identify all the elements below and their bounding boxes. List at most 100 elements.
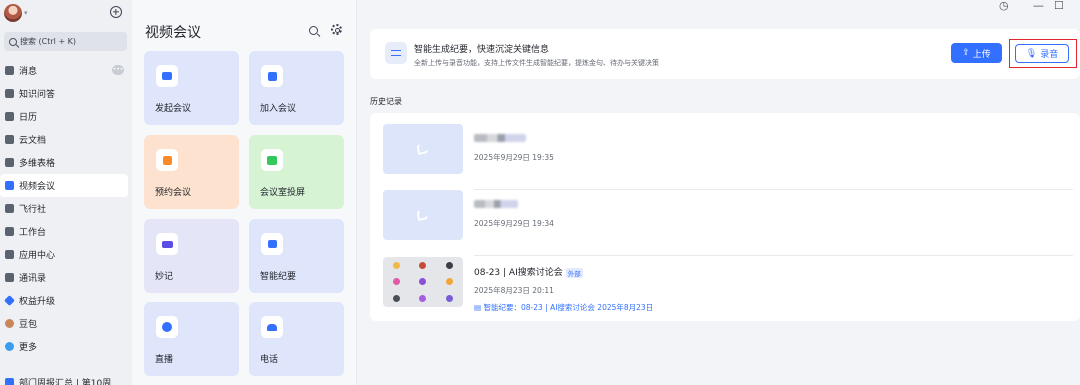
history-item[interactable]: 2025年9月29日 19:34 bbox=[383, 190, 1073, 256]
sidebar-nav: 消息 ••• 知识问答 日历 云文档 多维表格 视频会议 飞行社 工作台 应用中… bbox=[0, 59, 132, 358]
contacts-icon bbox=[5, 273, 14, 282]
tile-smart-notes[interactable]: 智能纪要 bbox=[249, 219, 344, 293]
history-time: 2025年9月29日 19:35 bbox=[474, 153, 554, 162]
sidebar-item-app-center[interactable]: 应用中心 bbox=[0, 243, 132, 266]
tile-label: 发起会议 bbox=[155, 104, 192, 114]
sidebar-item-label: 通讯录 bbox=[19, 274, 47, 284]
doc-icon bbox=[5, 378, 14, 385]
sidebar-item-label: 多维表格 bbox=[19, 159, 56, 169]
tile-schedule-meeting[interactable]: 预约会议 bbox=[144, 135, 239, 209]
smart-notes-link-text: 智能纪要：08-23 | AI搜索讨论会 2025年8月23日 bbox=[483, 303, 654, 312]
diamond-icon bbox=[4, 295, 15, 306]
history-list: 2025年9月29日 19:35 2025年9月29日 19:34 08-23 … bbox=[370, 113, 1080, 321]
sidebar-item-video-meeting[interactable]: 视频会议 bbox=[0, 174, 128, 197]
sidebar-item-label: 飞行社 bbox=[19, 205, 47, 215]
doubao-icon bbox=[5, 319, 14, 328]
tile-label: 会议室投屏 bbox=[260, 188, 306, 198]
cloud-icon bbox=[5, 66, 14, 75]
club-icon bbox=[5, 204, 14, 213]
banner-description: 全新上传与录音功能，支持上传文件生成智能纪要，提炼金句、待办与关键决策 bbox=[414, 59, 659, 67]
screen-cast-icon bbox=[261, 149, 283, 171]
call-thumbnail bbox=[383, 124, 463, 174]
sidebar-item-label: 权益升级 bbox=[19, 297, 56, 307]
sidebar-item-label: 工作台 bbox=[19, 228, 47, 238]
live-icon bbox=[156, 316, 178, 338]
sidebar-item-upgrade[interactable]: 权益升级 bbox=[0, 289, 132, 312]
tile-join-meeting[interactable]: 加入会议 bbox=[249, 51, 344, 125]
video-icon bbox=[5, 181, 14, 190]
search-input[interactable]: 搜索 (Ctrl + K) bbox=[4, 32, 127, 51]
history-item[interactable]: 2025年9月29日 19:35 bbox=[383, 124, 1073, 190]
tile-phone[interactable]: 电话 bbox=[249, 302, 344, 376]
join-plus-icon bbox=[261, 65, 283, 87]
tile-minutes[interactable]: 妙记 bbox=[144, 219, 239, 293]
tile-label: 智能纪要 bbox=[260, 272, 297, 282]
smart-notes-link[interactable]: ▤ 智能纪要：08-23 | AI搜索讨论会 2025年8月23日 bbox=[474, 302, 653, 313]
tile-start-meeting[interactable]: 发起会议 bbox=[144, 51, 239, 125]
tile-live[interactable]: 直播 bbox=[144, 302, 239, 376]
more-icon bbox=[5, 342, 14, 351]
history-title: 08-23 | AI搜索讨论会 外部 bbox=[474, 265, 583, 278]
blurred-title bbox=[474, 200, 518, 208]
sidebar-item-label: 云文档 bbox=[19, 136, 47, 146]
video-camera-icon bbox=[156, 65, 178, 87]
phone-icon bbox=[261, 316, 283, 338]
history-time: 2025年9月29日 19:34 bbox=[474, 219, 554, 228]
highlight-box: 🎙 录音 bbox=[1009, 39, 1077, 68]
sidebar-item-label: 日历 bbox=[19, 113, 38, 123]
sidebar-item-label: 视频会议 bbox=[19, 182, 56, 192]
microphone-icon: 🎙 bbox=[1025, 48, 1038, 59]
call-thumbnail bbox=[383, 190, 463, 240]
sidebar-item-doubao[interactable]: 豆包 bbox=[0, 312, 132, 335]
tile-label: 预约会议 bbox=[155, 188, 192, 198]
maximize-icon[interactable]: ☐ bbox=[1054, 0, 1064, 12]
history-title-text: 08-23 | AI搜索讨论会 bbox=[474, 268, 563, 278]
base-icon bbox=[5, 158, 14, 167]
record-label: 录音 bbox=[1040, 50, 1059, 60]
sidebar-item-label: 消息 bbox=[19, 67, 38, 77]
sidebar-item-docs[interactable]: 云文档 bbox=[0, 128, 132, 151]
sidebar: ▾ 搜索 (Ctrl + K) 消息 ••• 知识问答 日历 云文档 多维表格 bbox=[0, 0, 132, 385]
participants-thumbnail bbox=[383, 257, 463, 307]
upload-label: 上传 bbox=[972, 49, 991, 60]
sidebar-item-contacts[interactable]: 通讯录 bbox=[0, 266, 132, 289]
smart-notes-banner: 智能生成纪要，快速沉淀关键信息 全新上传与录音功能，支持上传文件生成智能纪要，提… bbox=[370, 29, 1080, 79]
history-clock-icon[interactable]: ◷ bbox=[999, 0, 1009, 12]
sidebar-item-calendar[interactable]: 日历 bbox=[0, 105, 132, 128]
external-tag: 外部 bbox=[565, 267, 583, 278]
pinned-item-weekly-report[interactable]: 部门周报汇总 | 第10周 bbox=[5, 376, 111, 385]
search-icon[interactable] bbox=[309, 26, 318, 35]
tile-label: 加入会议 bbox=[260, 104, 297, 114]
sidebar-item-workplace[interactable]: 工作台 bbox=[0, 220, 132, 243]
blurred-title bbox=[474, 134, 526, 142]
tile-screen-cast[interactable]: 会议室投屏 bbox=[249, 135, 344, 209]
schedule-calendar-icon bbox=[156, 149, 178, 171]
history-item[interactable]: 08-23 | AI搜索讨论会 外部 2025年8月23日 20:11 ▤ 智能纪… bbox=[383, 257, 1073, 323]
smart-notes-icon bbox=[261, 233, 283, 255]
history-time: 2025年8月23日 20:11 bbox=[474, 286, 554, 295]
upload-button[interactable]: ⇪ 上传 bbox=[951, 43, 1002, 63]
sidebar-item-messages[interactable]: 消息 ••• bbox=[0, 59, 132, 82]
record-button[interactable]: 🎙 录音 bbox=[1015, 44, 1069, 63]
banner-title: 智能生成纪要，快速沉淀关键信息 bbox=[414, 45, 550, 55]
sidebar-item-label: 知识问答 bbox=[19, 90, 56, 100]
avatar[interactable] bbox=[4, 4, 22, 22]
search-icon bbox=[9, 37, 17, 46]
sidebar-item-base[interactable]: 多维表格 bbox=[0, 151, 132, 174]
phone-icon bbox=[416, 207, 430, 221]
sidebar-item-club[interactable]: 飞行社 bbox=[0, 197, 132, 220]
sidebar-item-more[interactable]: 更多 bbox=[0, 335, 132, 358]
history-heading: 历史记录 bbox=[370, 97, 402, 106]
gear-icon[interactable] bbox=[331, 24, 342, 35]
add-plus-icon[interactable] bbox=[110, 6, 122, 18]
sidebar-item-knowledge[interactable]: 知识问答 bbox=[0, 82, 132, 105]
divider bbox=[474, 255, 1073, 256]
chevron-down-icon[interactable]: ▾ bbox=[24, 9, 28, 17]
tile-label: 电话 bbox=[260, 355, 279, 365]
sidebar-item-label: 豆包 bbox=[19, 320, 38, 330]
minimize-icon[interactable]: — bbox=[1033, 0, 1044, 12]
notes-icon bbox=[385, 42, 407, 64]
sidebar-item-label: 更多 bbox=[19, 343, 38, 353]
workplace-icon bbox=[5, 227, 14, 236]
calendar-icon bbox=[5, 112, 14, 121]
